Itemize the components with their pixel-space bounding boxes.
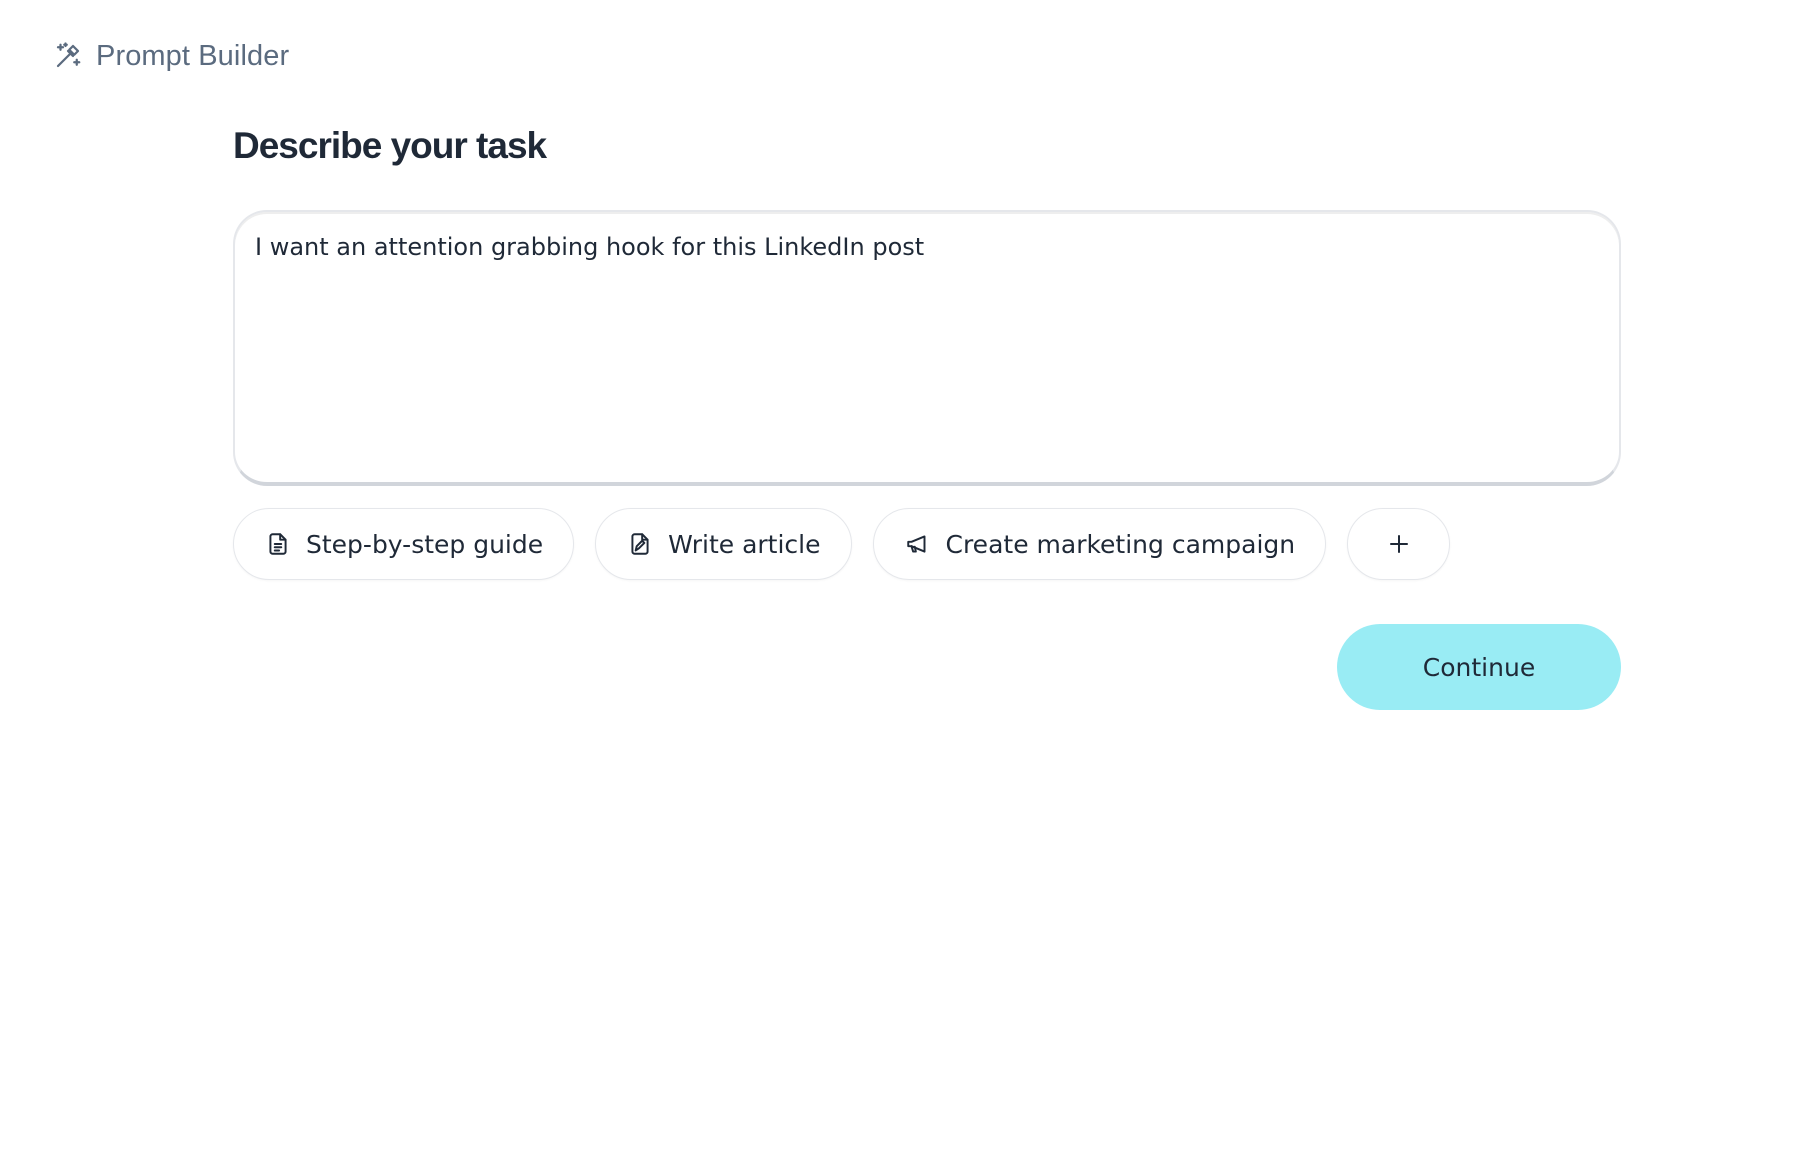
chip-label: Write article (668, 529, 821, 559)
megaphone-icon (904, 530, 932, 558)
file-edit-icon (626, 530, 654, 558)
chip-write-article[interactable]: Write article (595, 508, 852, 580)
magic-wand-icon (52, 40, 84, 72)
plus-icon (1385, 530, 1413, 558)
chip-create-marketing-campaign[interactable]: Create marketing campaign (872, 508, 1327, 580)
continue-row: Continue (233, 624, 1621, 710)
document-icon (264, 530, 292, 558)
add-suggestion-button[interactable] (1347, 508, 1451, 580)
continue-button[interactable]: Continue (1337, 624, 1621, 710)
app-title: Prompt Builder (96, 39, 290, 72)
task-input-container: I want an attention grabbing hook for th… (233, 210, 1621, 486)
suggestion-chips: Step-by-step guide Write article Create … (233, 508, 1623, 580)
page-title: Describe your task (233, 125, 547, 166)
chip-label: Step-by-step guide (306, 529, 544, 559)
main-panel: Describe your task I want an attention g… (233, 118, 1623, 710)
app-header: Prompt Builder (52, 32, 289, 80)
chip-label: Create marketing campaign (945, 529, 1296, 559)
task-input[interactable]: I want an attention grabbing hook for th… (255, 230, 1599, 464)
chip-step-by-step-guide[interactable]: Step-by-step guide (233, 508, 575, 580)
